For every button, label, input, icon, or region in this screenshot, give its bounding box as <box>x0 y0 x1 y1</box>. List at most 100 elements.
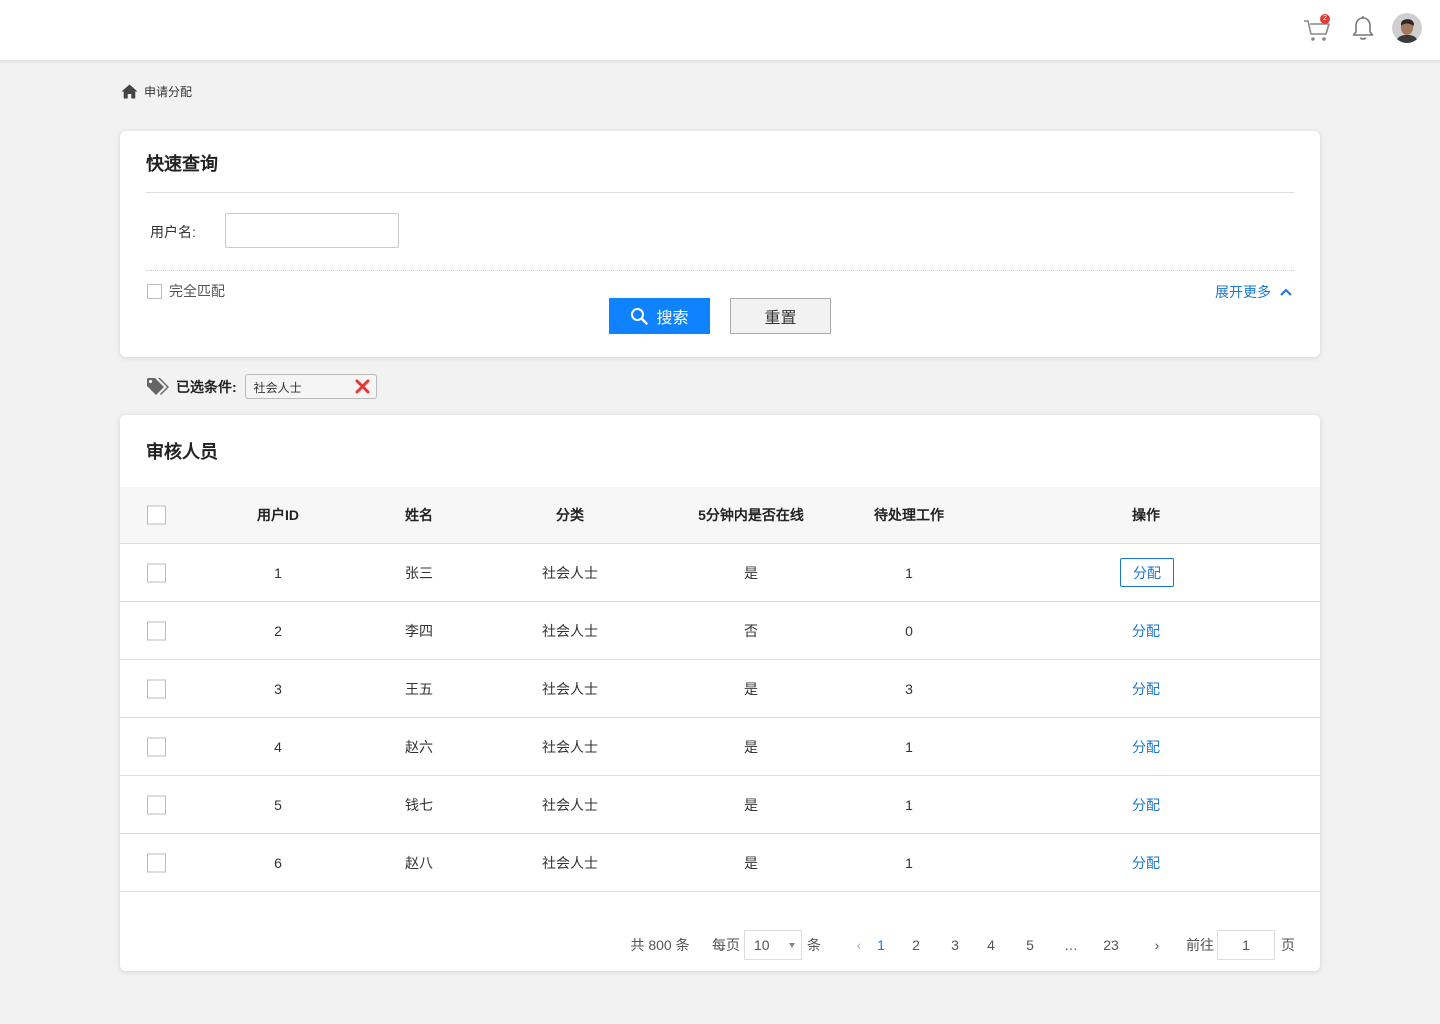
cell-user-id: 5 <box>274 796 282 813</box>
page-ellipsis[interactable]: … <box>1064 930 1078 960</box>
cell-category: 社会人士 <box>542 738 598 755</box>
pagination: 共 800 条 每页 10 条 ‹ 1 2 3 4 5 … 23 › 前往 页 <box>120 930 1320 960</box>
assign-link[interactable]: 分配 <box>1132 737 1160 757</box>
page-size-value: 10 <box>754 937 770 953</box>
page-button-4[interactable]: 4 <box>987 930 995 960</box>
goto-page-input[interactable] <box>1217 930 1275 960</box>
user-avatar-image <box>1392 13 1422 43</box>
cell-online: 是 <box>744 738 758 755</box>
cell-actions: 分配 <box>1132 834 1160 891</box>
search-button[interactable]: 搜索 <box>609 298 710 334</box>
cell-actions: 分配 <box>1132 602 1160 659</box>
exact-match-label: 完全匹配 <box>169 283 225 299</box>
exact-match-box[interactable] <box>147 283 162 299</box>
row-checkbox[interactable] <box>147 679 166 698</box>
next-page-button[interactable]: › <box>1155 930 1160 960</box>
page-button-23[interactable]: 23 <box>1103 930 1119 960</box>
cell-name: 张三 <box>405 564 433 581</box>
table-header: 用户ID 姓名 分类 5分钟内是否在线 待处理工作 操作 <box>120 487 1320 544</box>
cell-name: 钱七 <box>405 796 433 813</box>
tags-icon <box>147 377 169 395</box>
cell-pending: 1 <box>905 796 913 813</box>
assign-link[interactable]: 分配 <box>1132 621 1160 641</box>
table-row: 6 赵八 社会人士 是 1 分配 <box>120 834 1320 892</box>
chevron-up-icon <box>1280 288 1292 296</box>
cell-actions: 分配 <box>1132 776 1160 833</box>
expand-more-toggle[interactable]: 展开更多 <box>1215 282 1292 302</box>
pagination-total: 共 800 条 <box>630 937 690 953</box>
page-button-2[interactable]: 2 <box>912 930 920 960</box>
cell-user-id: 4 <box>274 738 282 755</box>
select-all-checkbox[interactable] <box>147 505 166 525</box>
row-checkbox[interactable] <box>147 737 166 756</box>
cell-actions: 分配 <box>1132 660 1160 717</box>
table-row: 4 赵六 社会人士 是 1 分配 <box>120 718 1320 776</box>
username-input[interactable] <box>225 213 399 248</box>
cart-badge: 2 <box>1320 14 1330 24</box>
column-header-user-id[interactable]: 用户ID <box>257 487 299 543</box>
search-divider <box>146 192 1294 193</box>
row-checkbox[interactable] <box>147 563 166 582</box>
assign-link[interactable]: 分配 <box>1132 853 1160 873</box>
assign-link[interactable]: 分配 <box>1132 795 1160 815</box>
cell-pending: 1 <box>905 564 913 581</box>
row-checkbox[interactable] <box>147 853 166 872</box>
cell-actions: 分配 <box>1132 718 1160 775</box>
cell-pending: 3 <box>905 680 913 697</box>
cart-button[interactable]: 2 <box>1302 12 1332 44</box>
prev-page-button[interactable]: ‹ <box>857 930 862 960</box>
cell-user-id: 2 <box>274 622 282 639</box>
cell-online: 是 <box>744 564 758 581</box>
row-checkbox[interactable] <box>147 795 166 814</box>
table-title: 审核人员 <box>146 442 218 462</box>
cell-name: 王五 <box>405 680 433 697</box>
reviewers-card: 审核人员 用户ID 姓名 分类 5分钟内是否在线 待处理工作 操作 1 张三 社… <box>120 415 1320 971</box>
top-bar: 2 <box>0 0 1440 60</box>
page-button-5[interactable]: 5 <box>1026 930 1034 960</box>
bell-icon <box>1352 16 1374 40</box>
column-header-online[interactable]: 5分钟内是否在线 <box>698 487 804 543</box>
cell-name: 赵八 <box>405 854 433 871</box>
selected-conditions: 已选条件: 社会人士 <box>146 374 377 399</box>
column-header-category[interactable]: 分类 <box>556 487 584 543</box>
column-header-name[interactable]: 姓名 <box>405 487 433 543</box>
breadcrumb: 申请分配 <box>121 83 192 100</box>
column-header-pending[interactable]: 待处理工作 <box>874 487 944 543</box>
column-header-actions: 操作 <box>1132 507 1160 523</box>
cell-name: 赵六 <box>405 738 433 755</box>
close-icon <box>355 379 370 394</box>
per-page-unit: 条 <box>807 937 821 953</box>
search-button-label: 搜索 <box>656 310 689 327</box>
quick-search-card: 快速查询 用户名: 完全匹配 搜索 重置 展开更多 <box>120 131 1320 357</box>
cell-category: 社会人士 <box>542 622 598 639</box>
cell-online: 是 <box>744 680 758 697</box>
cell-category: 社会人士 <box>542 854 598 871</box>
page-button-3[interactable]: 3 <box>951 930 959 960</box>
exact-match-checkbox[interactable]: 完全匹配 <box>147 281 225 301</box>
caret-down-icon <box>789 943 795 948</box>
cell-user-id: 1 <box>274 564 282 581</box>
page-button-1[interactable]: 1 <box>877 930 885 960</box>
notification-button[interactable] <box>1350 13 1376 43</box>
cell-online: 是 <box>744 854 758 871</box>
table-row: 5 钱七 社会人士 是 1 分配 <box>120 776 1320 834</box>
assign-link[interactable]: 分配 <box>1132 679 1160 699</box>
breadcrumb-current: 申请分配 <box>144 85 193 99</box>
cell-actions: 分配 <box>1120 544 1174 601</box>
cell-user-id: 6 <box>274 854 282 871</box>
page-size-select[interactable]: 10 <box>744 930 802 960</box>
assign-button[interactable]: 分配 <box>1120 558 1174 587</box>
cell-category: 社会人士 <box>542 796 598 813</box>
table-row: 2 李四 社会人士 否 0 分配 <box>120 602 1320 660</box>
row-checkbox[interactable] <box>147 621 166 640</box>
selected-conditions-label: 已选条件: <box>176 378 237 395</box>
reset-button[interactable]: 重置 <box>730 298 831 334</box>
remove-tag-button[interactable] <box>354 378 371 398</box>
avatar[interactable] <box>1392 13 1422 43</box>
cell-category: 社会人士 <box>542 680 598 697</box>
cell-online: 是 <box>744 796 758 813</box>
home-icon <box>121 84 138 99</box>
search-dotted-divider <box>146 270 1294 271</box>
condition-tag-label: 社会人士 <box>253 381 302 395</box>
cell-category: 社会人士 <box>542 564 598 581</box>
